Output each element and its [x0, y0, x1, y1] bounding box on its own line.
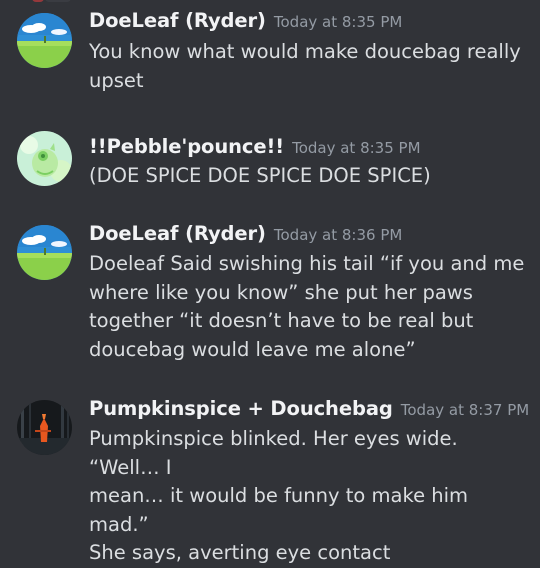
author-name[interactable]: DoeLeaf (Ryder) — [89, 222, 266, 245]
message-content: (DOE SPICE DOE SPICE DOE SPICE) — [89, 162, 529, 191]
previous-message-edge — [0, 0, 540, 2]
pastel-cat-avatar-icon[interactable] — [17, 131, 72, 186]
dark-forest-avatar-icon[interactable] — [17, 400, 72, 455]
message-content: You know what would make doucebag really… — [89, 38, 529, 95]
reaction-edge — [45, 0, 71, 2]
message-line: (DOE SPICE DOE SPICE DOE SPICE) — [89, 164, 431, 187]
message-line: Doeleaf Said swishing his tail “if you a… — [89, 252, 525, 275]
author-name[interactable]: !!Pebble'pounce!! — [89, 135, 284, 158]
message-content: Pumpkinspice blinked. Her eyes wide. “We… — [89, 425, 529, 568]
message-timestamp: Today at 8:35 PM — [273, 13, 403, 31]
message-line: doucebag would leave me alone” — [89, 337, 416, 361]
reaction-edge — [32, 0, 44, 2]
message-content: Doeleaf Said swishing his tail “if you a… — [89, 250, 529, 364]
message-timestamp: Today at 8:35 PM — [292, 139, 421, 157]
meadow-avatar-icon[interactable] — [17, 13, 72, 68]
message-timestamp: Today at 8:36 PM — [273, 226, 403, 244]
message-line: She says, averting eye contact — [89, 541, 391, 564]
message-line: together “it doesn’t have to be real but — [89, 309, 474, 332]
message-line: where like you know” she put her paws — [89, 280, 473, 304]
message-timestamp: Today at 8:37 PM — [400, 401, 530, 419]
author-name[interactable]: Pumpkinspice + Douchebag — [89, 397, 393, 420]
meadow-avatar-icon[interactable] — [17, 225, 72, 280]
author-name[interactable]: DoeLeaf (Ryder) — [89, 9, 266, 32]
message-line: upset — [89, 68, 144, 92]
message-line: Pumpkinspice blinked. Her eyes wide. “We… — [89, 427, 458, 479]
message-line: mean… it would be funny to make him mad.… — [89, 484, 469, 536]
message-line: You know what would make doucebag really — [89, 40, 521, 63]
